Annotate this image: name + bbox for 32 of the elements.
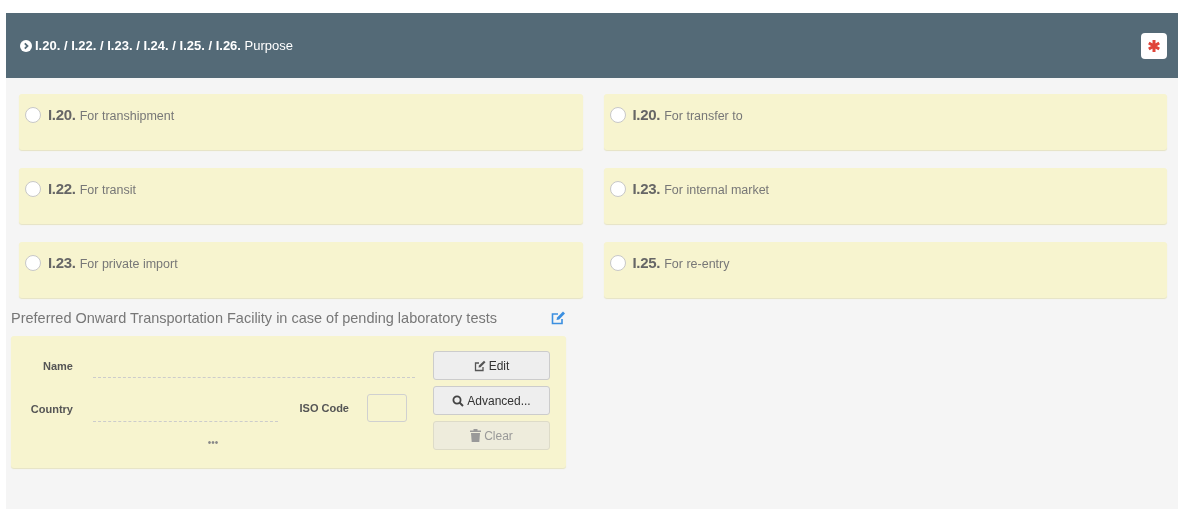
field-label: ISO Code (299, 402, 349, 415)
option-label: For re-entry (664, 257, 730, 271)
search-icon (452, 394, 465, 407)
radio-button[interactable] (25, 255, 41, 271)
option-code: I.25. (632, 254, 661, 271)
edit-button[interactable]: Edit (433, 351, 550, 380)
edit-icon (473, 359, 486, 372)
field-label: Country (29, 401, 74, 415)
option-code: I.20. (48, 106, 76, 123)
option-label: For transhipment (79, 109, 175, 123)
option-label: For private import (79, 257, 178, 271)
radio-button[interactable] (609, 255, 626, 271)
option-label: For transit (79, 183, 136, 197)
advanced-button[interactable]: Advanced... (433, 386, 550, 415)
chevron-circle-icon[interactable] (20, 39, 32, 52)
trash-icon (470, 429, 482, 442)
option-code: I.23. (48, 254, 76, 271)
section-title: Preferred Onward Transportation Facility in case of pending laboratory tests (11, 310, 497, 326)
iso-code-field[interactable] (367, 394, 407, 423)
option-code: I.20. (632, 106, 661, 123)
radio-button[interactable] (609, 181, 626, 197)
radio-button[interactable] (609, 107, 626, 123)
radio-button[interactable] (25, 181, 41, 197)
option-label: For transfer to (664, 109, 743, 123)
edit-icon[interactable] (551, 311, 566, 325)
radio-button[interactable] (25, 107, 41, 123)
more-indicator: ••• (206, 437, 220, 450)
field-label: Name (42, 359, 74, 372)
option-code: I.22. (48, 180, 76, 197)
option-label: For internal market (664, 183, 770, 197)
section-title: I.20. / I.22. / I.23. / I.24. / I.25. / I.26. Purpose (35, 38, 293, 53)
option-code: I.23. (632, 180, 661, 197)
